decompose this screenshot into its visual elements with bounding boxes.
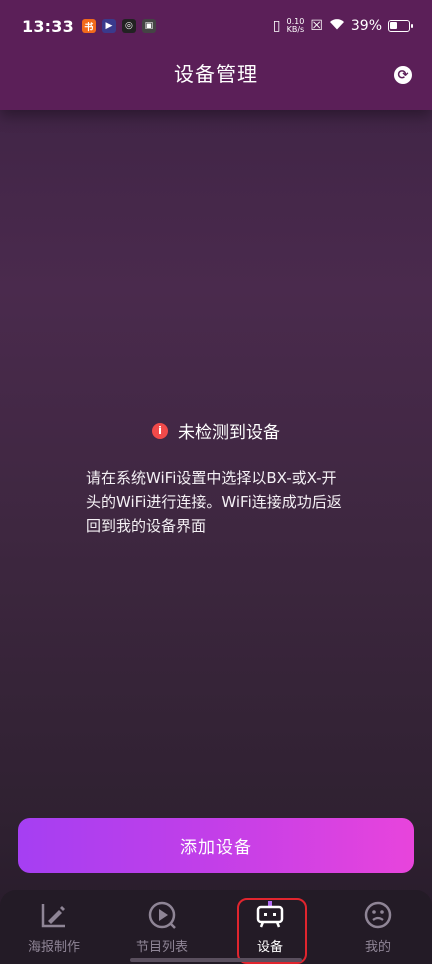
net-speed-unit: KB/s: [286, 25, 305, 34]
edit-chart-icon: [41, 904, 65, 928]
bottom-tab-bar: 海报制作 节目列表 设备 我的: [0, 890, 432, 964]
shop-app-icon: ▣: [141, 19, 156, 33]
status-time: 13:33: [22, 16, 74, 36]
status-bar: 13:33 书 ▶ ◎ ▣ ▯ 0.10 KB/s ☒ 39%: [0, 0, 432, 52]
face-icon: [364, 901, 392, 929]
add-device-button[interactable]: 添加设备: [18, 818, 414, 873]
vibrate-icon: ▯: [272, 18, 281, 34]
net-speed: 0.10 KB/s: [287, 18, 305, 34]
tab-label: 设备: [256, 940, 283, 955]
tab-label: 海报制作: [27, 940, 80, 955]
notice-title: 未检测到设备: [178, 423, 280, 443]
ring-app-icon: ◎: [121, 19, 136, 33]
connection-instructions: 请在系统WiFi设置中选择以BX-或X-开头的WiFi进行连接。WiFi连接成功…: [86, 469, 342, 535]
info-icon: i: [152, 422, 168, 439]
tab-poster[interactable]: 海报制作: [0, 890, 108, 964]
tab-device[interactable]: 设备: [216, 890, 324, 964]
refresh-button[interactable]: ⟳: [394, 66, 412, 84]
wifi-icon: [329, 18, 345, 34]
tab-label: 我的: [364, 940, 391, 955]
close-notification-icon: ☒: [310, 18, 323, 34]
top-header: 13:33 书 ▶ ◎ ▣ ▯ 0.10 KB/s ☒ 39% 设备管理 ⟳: [0, 0, 432, 110]
play-circle-icon: [148, 901, 176, 929]
home-indicator: [130, 958, 302, 962]
battery-percent: 39%: [350, 18, 382, 34]
device-icon: [256, 901, 284, 928]
tab-mine[interactable]: 我的: [324, 890, 432, 964]
app-notification-icon: 书: [81, 19, 96, 33]
no-device-notice: i 未检测到设备: [0, 418, 432, 443]
status-app-icons: 书 ▶ ◎ ▣: [81, 19, 156, 33]
play-app-icon: ▶: [101, 19, 116, 33]
tab-program-list[interactable]: 节目列表: [108, 890, 216, 964]
battery-icon: [388, 20, 413, 32]
status-indicators: ▯ 0.10 KB/s ☒ 39%: [272, 18, 413, 34]
refresh-icon: ⟳: [397, 67, 409, 83]
page-title: 设备管理: [174, 62, 258, 86]
tab-label: 节目列表: [135, 940, 188, 955]
